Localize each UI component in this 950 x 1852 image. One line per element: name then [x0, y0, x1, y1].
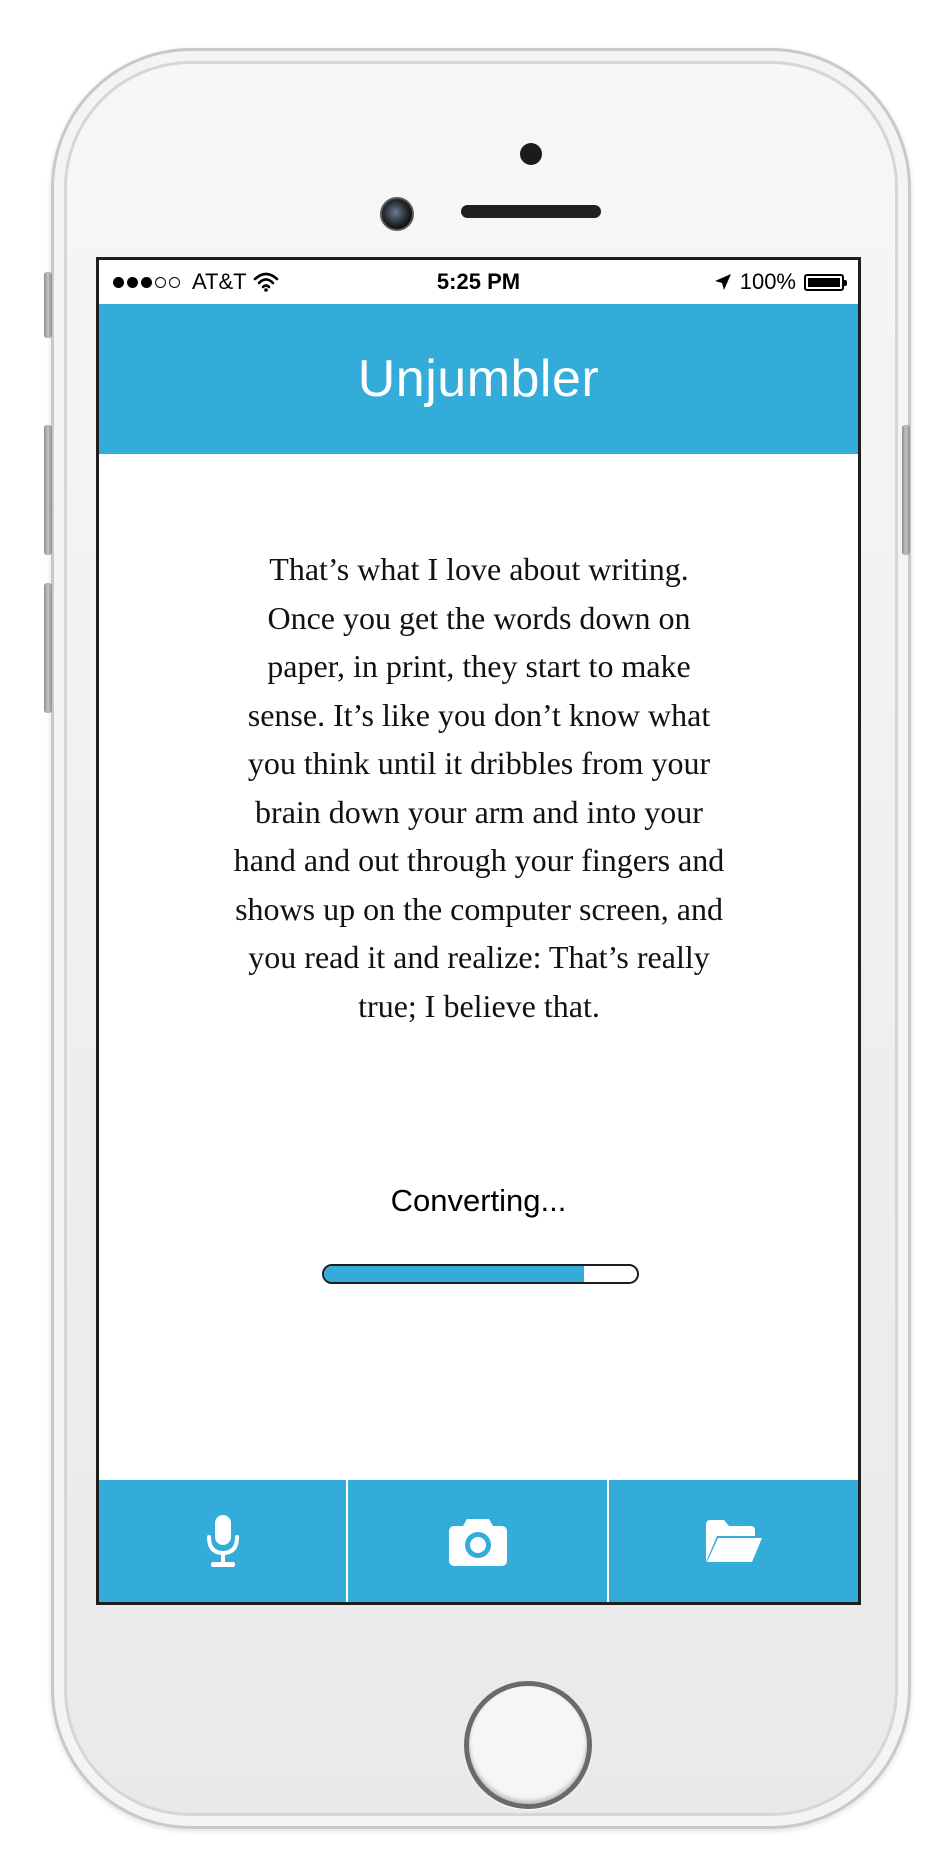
- proximity-sensor: [520, 143, 542, 165]
- quote-line: shows up on the computer screen, and: [235, 890, 723, 927]
- quote-line: That’s what I love about writing.: [269, 551, 689, 587]
- progress-label: Converting...: [390, 1183, 567, 1218]
- home-button[interactable]: [464, 1681, 592, 1809]
- quote-line: true; I believe that.: [358, 987, 600, 1024]
- quote-line: sense. It’s like you don’t know what: [247, 696, 711, 733]
- microphone-icon: [206, 1515, 239, 1567]
- microphone-tab-button[interactable]: [99, 1480, 348, 1602]
- power-button: [902, 425, 910, 555]
- folder-tab-button[interactable]: [609, 1480, 858, 1602]
- battery-icon: [804, 273, 847, 291]
- phone-screen: AT&T 5:25 PM 100% Unjumbler That’s what …: [96, 257, 861, 1605]
- camera-icon: [448, 1519, 507, 1566]
- status-bar: AT&T 5:25 PM 100%: [99, 260, 858, 304]
- quote-line: you read it and realize: That’s really: [248, 939, 710, 975]
- camera-tab-button[interactable]: [348, 1480, 609, 1602]
- progress-bar-fill: [324, 1266, 584, 1282]
- battery-percentage: 100%: [739, 269, 796, 294]
- app-title: Unjumbler: [357, 350, 600, 408]
- front-camera: [380, 197, 414, 231]
- volume-up-button: [44, 425, 52, 555]
- quote-line: Once you get the words down on: [267, 599, 691, 636]
- converted-text: That’s what I love about writing. Once yo…: [211, 545, 747, 1030]
- status-right: 100%: [714, 269, 847, 295]
- volume-down-button: [44, 583, 52, 713]
- quote-line: you think until it dribbles from your: [247, 745, 711, 781]
- mute-switch: [44, 272, 52, 338]
- progress-bar: [322, 1264, 639, 1284]
- location-arrow-icon: [714, 274, 731, 290]
- folder-icon: [705, 1520, 762, 1562]
- quote-line: paper, in print, they start to make: [267, 648, 691, 684]
- app-header: Unjumbler: [99, 304, 858, 454]
- quote-line: brain down your arm and into your: [255, 793, 703, 830]
- earpiece-speaker: [461, 205, 601, 218]
- quote-line: hand and out through your fingers and: [233, 842, 725, 878]
- tab-bar: [99, 1480, 858, 1602]
